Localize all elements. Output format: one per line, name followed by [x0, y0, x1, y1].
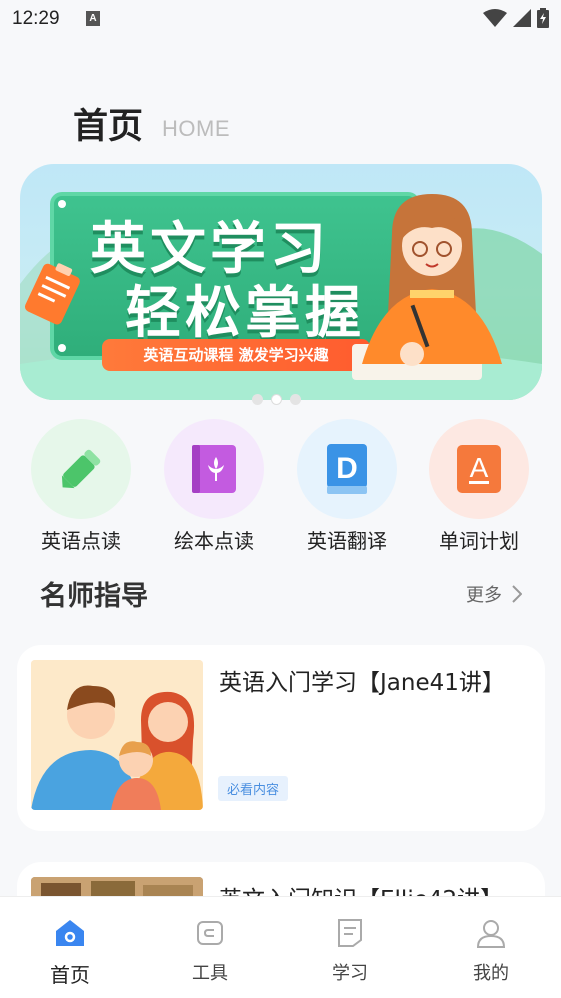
quick-action-label: 绘本点读 — [174, 529, 254, 553]
word-plan-icon: A — [457, 445, 501, 493]
quick-action-word-plan[interactable]: A 单词计划 — [419, 419, 539, 554]
status-time: 12:29 — [12, 8, 60, 29]
course-title: 英语入门学习【Jane41讲】 — [219, 670, 505, 696]
chevron-right-icon — [512, 585, 522, 603]
svg-text:A: A — [470, 452, 489, 483]
tab-label: 工具 — [192, 963, 228, 984]
tab-tools[interactable]: 工具 — [170, 915, 250, 985]
tab-label: 学习 — [332, 963, 368, 984]
quick-action-label: 单词计划 — [439, 529, 519, 553]
tab-home[interactable]: 首页 — [30, 915, 110, 988]
dictionary-icon: D — [327, 444, 367, 494]
banner-tagline: 英语互动课程 激发学习兴趣 — [102, 339, 370, 371]
banner-headline-2: 轻松掌握 — [125, 281, 365, 346]
signal-icon — [513, 9, 531, 27]
quick-action-picture-book[interactable]: 绘本点读 — [154, 419, 274, 554]
quick-action-icon-bg: D — [297, 419, 397, 519]
quick-action-label: 英语翻译 — [307, 529, 387, 553]
more-label: 更多 — [466, 585, 502, 606]
status-bar: 12:29 A — [0, 0, 561, 40]
more-link[interactable]: 更多 — [466, 581, 522, 607]
svg-text:D: D — [336, 452, 358, 485]
pencil-icon — [61, 449, 101, 489]
picture-book-icon — [192, 445, 236, 493]
battery-icon — [537, 8, 549, 28]
tab-profile[interactable]: 我的 — [451, 915, 531, 985]
quick-action-translate[interactable]: D 英语翻译 — [287, 419, 407, 554]
quick-action-icon-bg: A — [429, 419, 529, 519]
course-card[interactable]: 英语入门学习【Jane41讲】 必看内容 — [17, 645, 545, 831]
study-icon — [338, 919, 362, 947]
page-subtitle: HOME — [162, 116, 230, 141]
quick-action-icon-bg — [164, 419, 264, 519]
home-icon — [56, 920, 84, 946]
page-title: 首页 — [73, 107, 144, 147]
quick-action-icon-bg — [31, 419, 131, 519]
tab-study[interactable]: 学习 — [310, 915, 390, 985]
course-thumbnail — [31, 660, 203, 810]
notification-a-icon: A — [86, 11, 100, 26]
quick-action-label: 英语点读 — [41, 529, 121, 553]
promo-banner[interactable]: 英文学习 轻松掌握 英语互动课程 激发学习兴趣 — [20, 164, 542, 400]
wifi-icon — [483, 9, 507, 27]
profile-icon — [476, 920, 506, 948]
banner-dot-active[interactable] — [271, 394, 282, 405]
section-title: 名师指导 — [40, 581, 148, 612]
banner-dot[interactable] — [290, 394, 301, 405]
tools-icon — [197, 921, 223, 945]
bottom-tab-bar: 首页 工具 学习 我的 — [0, 896, 561, 998]
banner-pagination — [252, 394, 301, 405]
girl-illustration — [352, 194, 502, 380]
tab-label: 首页 — [50, 963, 90, 987]
course-tag: 必看内容 — [218, 776, 289, 801]
note-icon — [24, 263, 80, 325]
quick-action-english-reading[interactable]: 英语点读 — [21, 419, 141, 554]
tab-label: 我的 — [473, 963, 509, 984]
status-icons — [483, 8, 549, 28]
banner-dot[interactable] — [252, 394, 263, 405]
